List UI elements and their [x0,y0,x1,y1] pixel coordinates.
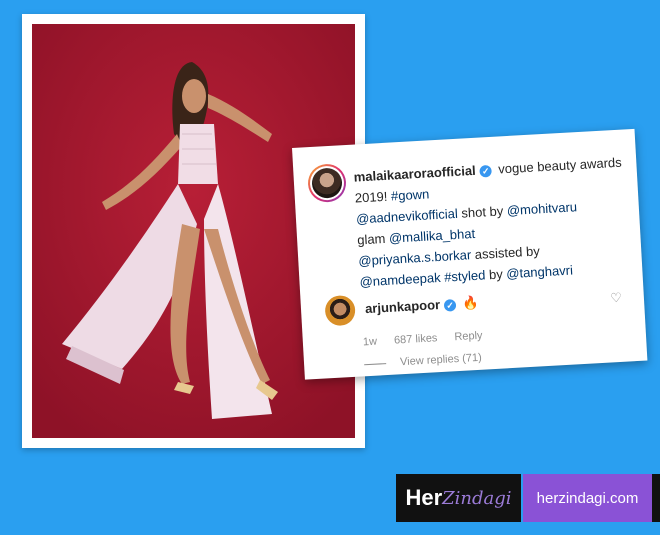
mention-priyanka[interactable]: @priyanka.s.borkar [358,247,472,268]
caption-assisted-by: assisted by [474,243,541,262]
mention-tanghavri[interactable]: @tanghavri [506,263,573,282]
mention-namdeepak[interactable]: @namdeepak [359,270,441,290]
comment-time: 1w [362,335,378,349]
mention-mohitvaru[interactable]: @mohitvaru [506,199,577,218]
post-caption: malaikaaroraofficial ✓ vogue beauty award… [353,152,630,293]
mention-mallika[interactable]: @mallika_bhat [389,226,476,246]
logo-zindagi: Zindagi [442,487,512,509]
herzindagi-logo: Her Zindagi herzindagi.com [396,474,660,522]
caption-shot-by: shot by [460,203,504,221]
comment-username[interactable]: arjunkapoor [365,297,441,316]
replies-divider [364,362,387,365]
hashtag-styled[interactable]: #styled [444,267,486,284]
heart-outline-icon[interactable]: ♡ [610,290,623,307]
mention-aadnevik[interactable]: @aadnevikofficial [356,206,459,227]
view-replies-label[interactable]: View replies (71) [400,352,482,369]
caption-by: by [488,266,504,283]
fire-emoji: 🔥 [462,294,480,311]
comment-meta: 1w 687 likes Reply [362,329,497,349]
reply-button[interactable]: Reply [454,330,483,344]
hashtag-gown[interactable]: #gown [391,186,430,203]
logo-edge [652,474,660,522]
username[interactable]: malaikaaroraofficial [353,163,476,185]
verified-badge-icon: ✓ [479,164,493,178]
comment-likes[interactable]: 687 likes [394,332,438,346]
caption-glam: glam [356,230,386,248]
commenter-avatar[interactable] [324,294,356,327]
verified-badge-icon: ✓ [443,298,457,312]
comment: arjunkapoor ✓ 🔥 [365,295,480,317]
view-replies[interactable]: View replies (71) [364,352,482,371]
logo-wordmark: Her Zindagi [396,474,521,522]
logo-her: Her [405,485,443,510]
instagram-comment-card: malaikaaroraofficial ✓ vogue beauty award… [292,128,648,380]
logo-site: herzindagi.com [523,474,652,522]
avatar[interactable] [306,163,348,204]
